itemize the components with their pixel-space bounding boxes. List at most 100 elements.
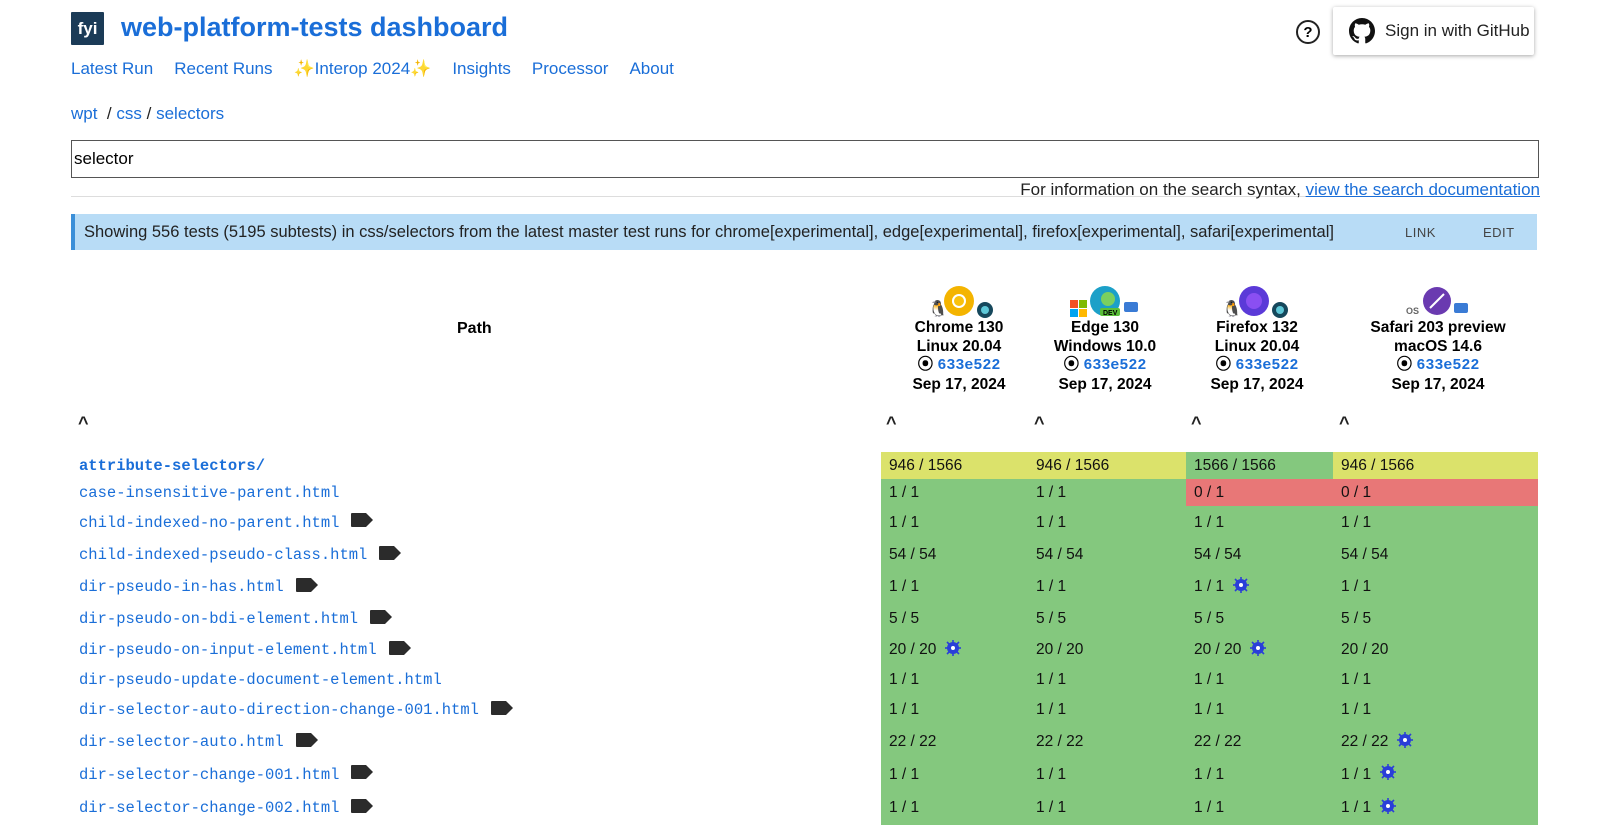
link-button[interactable]: LINK — [1405, 225, 1436, 240]
result-cell[interactable]: 5 / 5 — [881, 603, 1028, 635]
test-file-link[interactable]: dir-pseudo-in-has.html — [79, 571, 318, 603]
result-cell[interactable]: 946 / 1566 — [881, 452, 1028, 479]
run-revision[interactable]: 633e522 — [1416, 357, 1479, 374]
test-file-link[interactable]: dir-selector-auto-direction-change-001.h… — [79, 694, 513, 726]
result-cell[interactable]: 1 / 1 — [1333, 506, 1538, 539]
nav-latest-run[interactable]: Latest Run — [71, 59, 153, 79]
sort-edge-button[interactable]: ^ — [1034, 413, 1045, 434]
sort-firefox-button[interactable]: ^ — [1191, 413, 1202, 434]
test-file-link[interactable]: dir-pseudo-on-bdi-element.html — [79, 603, 393, 635]
result-cell[interactable]: 1 / 1 — [1186, 665, 1333, 694]
result-cell[interactable]: 1 / 1 — [881, 791, 1028, 825]
directory-link[interactable]: attribute-selectors/ — [79, 452, 265, 479]
breadcrumb-wpt[interactable]: wpt — [71, 104, 97, 123]
result-cell[interactable]: 1 / 1 — [881, 479, 1028, 506]
result-cell[interactable]: 1 / 1 — [1028, 571, 1186, 603]
result-cell[interactable]: 1 / 1 — [1186, 758, 1333, 791]
result-cell[interactable]: 1 / 1 — [1186, 694, 1333, 726]
run-header-safari[interactable]: OS Safari 203 preview macOS 14.6 ⦿ 633e5… — [1346, 286, 1530, 394]
result-cell[interactable]: 1 / 1 — [1333, 694, 1538, 726]
bug-icon[interactable] — [1379, 797, 1397, 820]
result-cell[interactable]: 0 / 1 — [1186, 479, 1333, 506]
result-cell[interactable]: 1 / 1 — [1186, 791, 1333, 825]
app-title[interactable]: web-platform-tests dashboard — [121, 12, 508, 43]
result-cell[interactable]: 20 / 20 — [1028, 635, 1186, 665]
result-cell[interactable]: 1 / 1 — [1333, 791, 1538, 825]
result-cell[interactable]: 1 / 1 — [1028, 479, 1186, 506]
test-file-link[interactable]: dir-pseudo-on-input-element.html — [79, 635, 411, 665]
test-file-link[interactable]: dir-selector-change-002.html — [79, 791, 374, 825]
result-cell[interactable]: 5 / 5 — [1028, 603, 1186, 635]
result-cell[interactable]: 5 / 5 — [1186, 603, 1333, 635]
edit-button[interactable]: EDIT — [1483, 225, 1515, 240]
result-cell[interactable]: 1 / 1 — [1028, 791, 1186, 825]
result-cell[interactable]: 1 / 1 — [1028, 665, 1186, 694]
test-file-link[interactable]: dir-pseudo-update-document-element.html — [79, 665, 442, 694]
nav-insights[interactable]: Insights — [452, 59, 511, 79]
bug-icon[interactable] — [1249, 639, 1267, 662]
result-cell[interactable]: 20 / 20 — [1333, 635, 1538, 665]
result-cell[interactable]: 946 / 1566 — [1028, 452, 1186, 479]
run-revision[interactable]: 633e522 — [1083, 357, 1146, 374]
result-cell[interactable]: 54 / 54 — [881, 539, 1028, 571]
help-circle-icon[interactable]: ? — [1296, 20, 1320, 44]
nav-recent-runs[interactable]: Recent Runs — [174, 59, 272, 79]
label-tag-icon[interactable] — [370, 609, 393, 629]
result-cell[interactable]: 1 / 1 — [1186, 571, 1333, 603]
breadcrumb-css[interactable]: css — [116, 104, 142, 123]
result-cell[interactable]: 0 / 1 — [1333, 479, 1538, 506]
result-cell[interactable]: 1 / 1 — [881, 506, 1028, 539]
result-cell[interactable]: 22 / 22 — [1186, 726, 1333, 758]
test-file-link[interactable]: child-indexed-pseudo-class.html — [79, 539, 402, 571]
result-cell[interactable]: 54 / 54 — [1028, 539, 1186, 571]
search-input[interactable] — [71, 140, 1539, 178]
run-revision[interactable]: 633e522 — [1235, 357, 1298, 374]
result-cell[interactable]: 20 / 20 — [881, 635, 1028, 665]
result-cell[interactable]: 54 / 54 — [1186, 539, 1333, 571]
sort-path-button[interactable]: ^ — [78, 413, 89, 434]
result-cell[interactable]: 1 / 1 — [1333, 758, 1538, 791]
bug-icon[interactable] — [1232, 576, 1250, 599]
breadcrumb-selectors[interactable]: selectors — [156, 104, 224, 123]
result-cell[interactable]: 22 / 22 — [881, 726, 1028, 758]
result-cell[interactable]: 20 / 20 — [1186, 635, 1333, 665]
result-cell[interactable]: 5 / 5 — [1333, 603, 1538, 635]
run-revision[interactable]: 633e522 — [937, 357, 1000, 374]
result-cell[interactable]: 1 / 1 — [1028, 694, 1186, 726]
nav-processor[interactable]: Processor — [532, 59, 609, 79]
result-cell[interactable]: 1 / 1 — [1333, 665, 1538, 694]
nav-about[interactable]: About — [629, 59, 673, 79]
run-header-firefox[interactable]: 🐧 Firefox 132 Linux 20.04 ⦿ 633e522 Sep … — [1182, 286, 1332, 394]
result-cell[interactable]: 1 / 1 — [1028, 506, 1186, 539]
run-header-edge[interactable]: DEV Edge 130 Windows 10.0 ⦿ 633e522 Sep … — [1030, 286, 1180, 394]
test-file-link[interactable]: dir-selector-change-001.html — [79, 758, 374, 791]
result-cell[interactable]: 1566 / 1566 — [1186, 452, 1333, 479]
result-cell[interactable]: 22 / 22 — [1028, 726, 1186, 758]
label-tag-icon[interactable] — [379, 545, 402, 565]
label-tag-icon[interactable] — [351, 765, 374, 784]
label-tag-icon[interactable] — [295, 577, 318, 597]
bug-icon[interactable] — [944, 639, 962, 662]
result-cell[interactable]: 54 / 54 — [1333, 539, 1538, 571]
result-cell[interactable]: 22 / 22 — [1333, 726, 1538, 758]
sign-in-github-button[interactable]: Sign in with GitHub — [1333, 7, 1534, 55]
nav-interop-2024[interactable]: ✨Interop 2024✨ — [294, 59, 432, 79]
result-cell[interactable]: 1 / 1 — [881, 694, 1028, 726]
label-tag-icon[interactable] — [351, 513, 374, 532]
result-cell[interactable]: 1 / 1 — [1186, 506, 1333, 539]
sort-chrome-button[interactable]: ^ — [886, 413, 897, 434]
label-tag-icon[interactable] — [388, 640, 411, 660]
sort-safari-button[interactable]: ^ — [1339, 413, 1350, 434]
label-tag-icon[interactable] — [490, 700, 513, 720]
result-cell[interactable]: 1 / 1 — [881, 571, 1028, 603]
search-docs-link[interactable]: view the search documentation — [1306, 180, 1540, 199]
fyi-logo[interactable]: fyi — [71, 12, 104, 45]
test-file-link[interactable]: dir-selector-auto.html — [79, 726, 318, 758]
test-file-link[interactable]: case-insensitive-parent.html — [79, 479, 339, 506]
bug-icon[interactable] — [1396, 731, 1414, 754]
run-header-chrome[interactable]: 🐧 Chrome 130 Linux 20.04 ⦿ 633e522 Sep 1… — [884, 286, 1034, 394]
path-column-header[interactable]: Path — [457, 320, 492, 338]
test-file-link[interactable]: child-indexed-no-parent.html — [79, 506, 374, 539]
label-tag-icon[interactable] — [351, 798, 374, 818]
result-cell[interactable]: 1 / 1 — [1333, 571, 1538, 603]
